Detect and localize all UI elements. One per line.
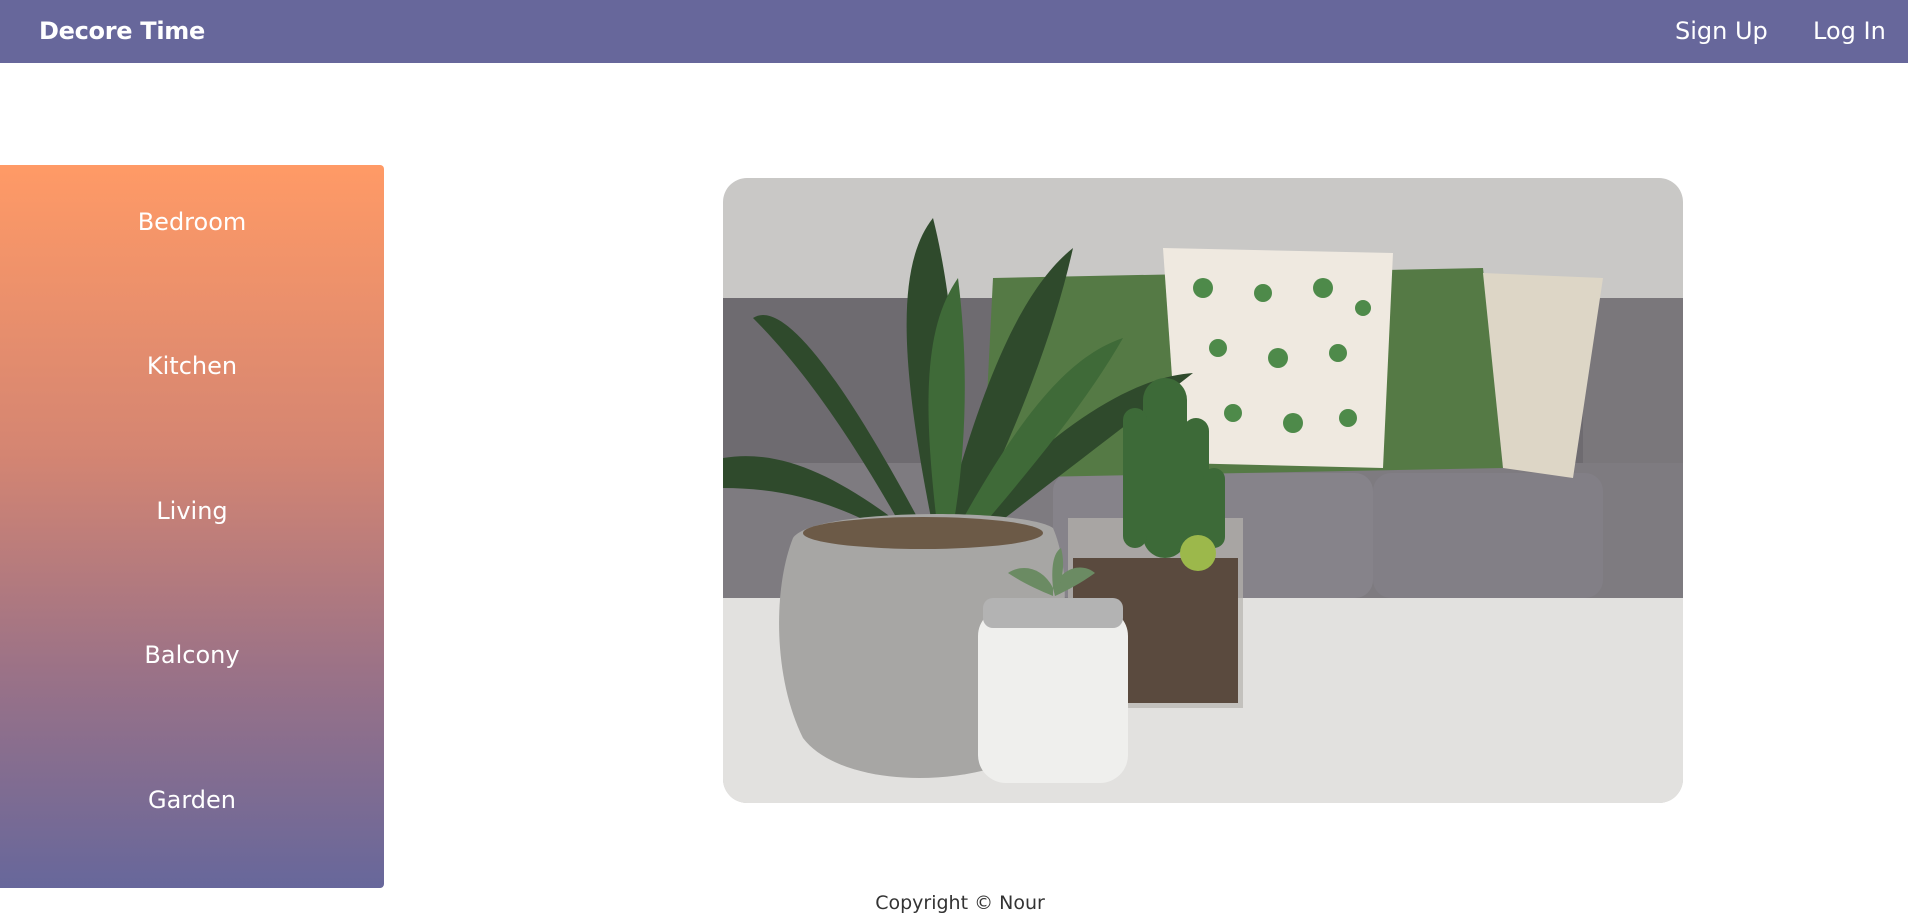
login-link[interactable]: Log In: [1813, 17, 1886, 45]
hero-image: [723, 178, 1683, 803]
sidebar-item-kitchen[interactable]: Kitchen: [0, 352, 384, 380]
sidebar-item-balcony[interactable]: Balcony: [0, 641, 384, 669]
plants-on-table-illustration: [723, 178, 1683, 803]
top-navbar: Decore Time Sign Up Log In: [0, 0, 1908, 63]
sidebar-item-living[interactable]: Living: [0, 497, 384, 525]
category-sidebar: Bedroom Kitchen Living Balcony Garden: [0, 165, 384, 888]
brand-logo[interactable]: Decore Time: [39, 17, 205, 45]
sidebar-item-garden[interactable]: Garden: [0, 786, 384, 814]
sidebar-item-bedroom[interactable]: Bedroom: [0, 208, 384, 236]
footer-copyright: Copyright © Nour: [875, 892, 1045, 914]
signup-link[interactable]: Sign Up: [1675, 17, 1768, 45]
